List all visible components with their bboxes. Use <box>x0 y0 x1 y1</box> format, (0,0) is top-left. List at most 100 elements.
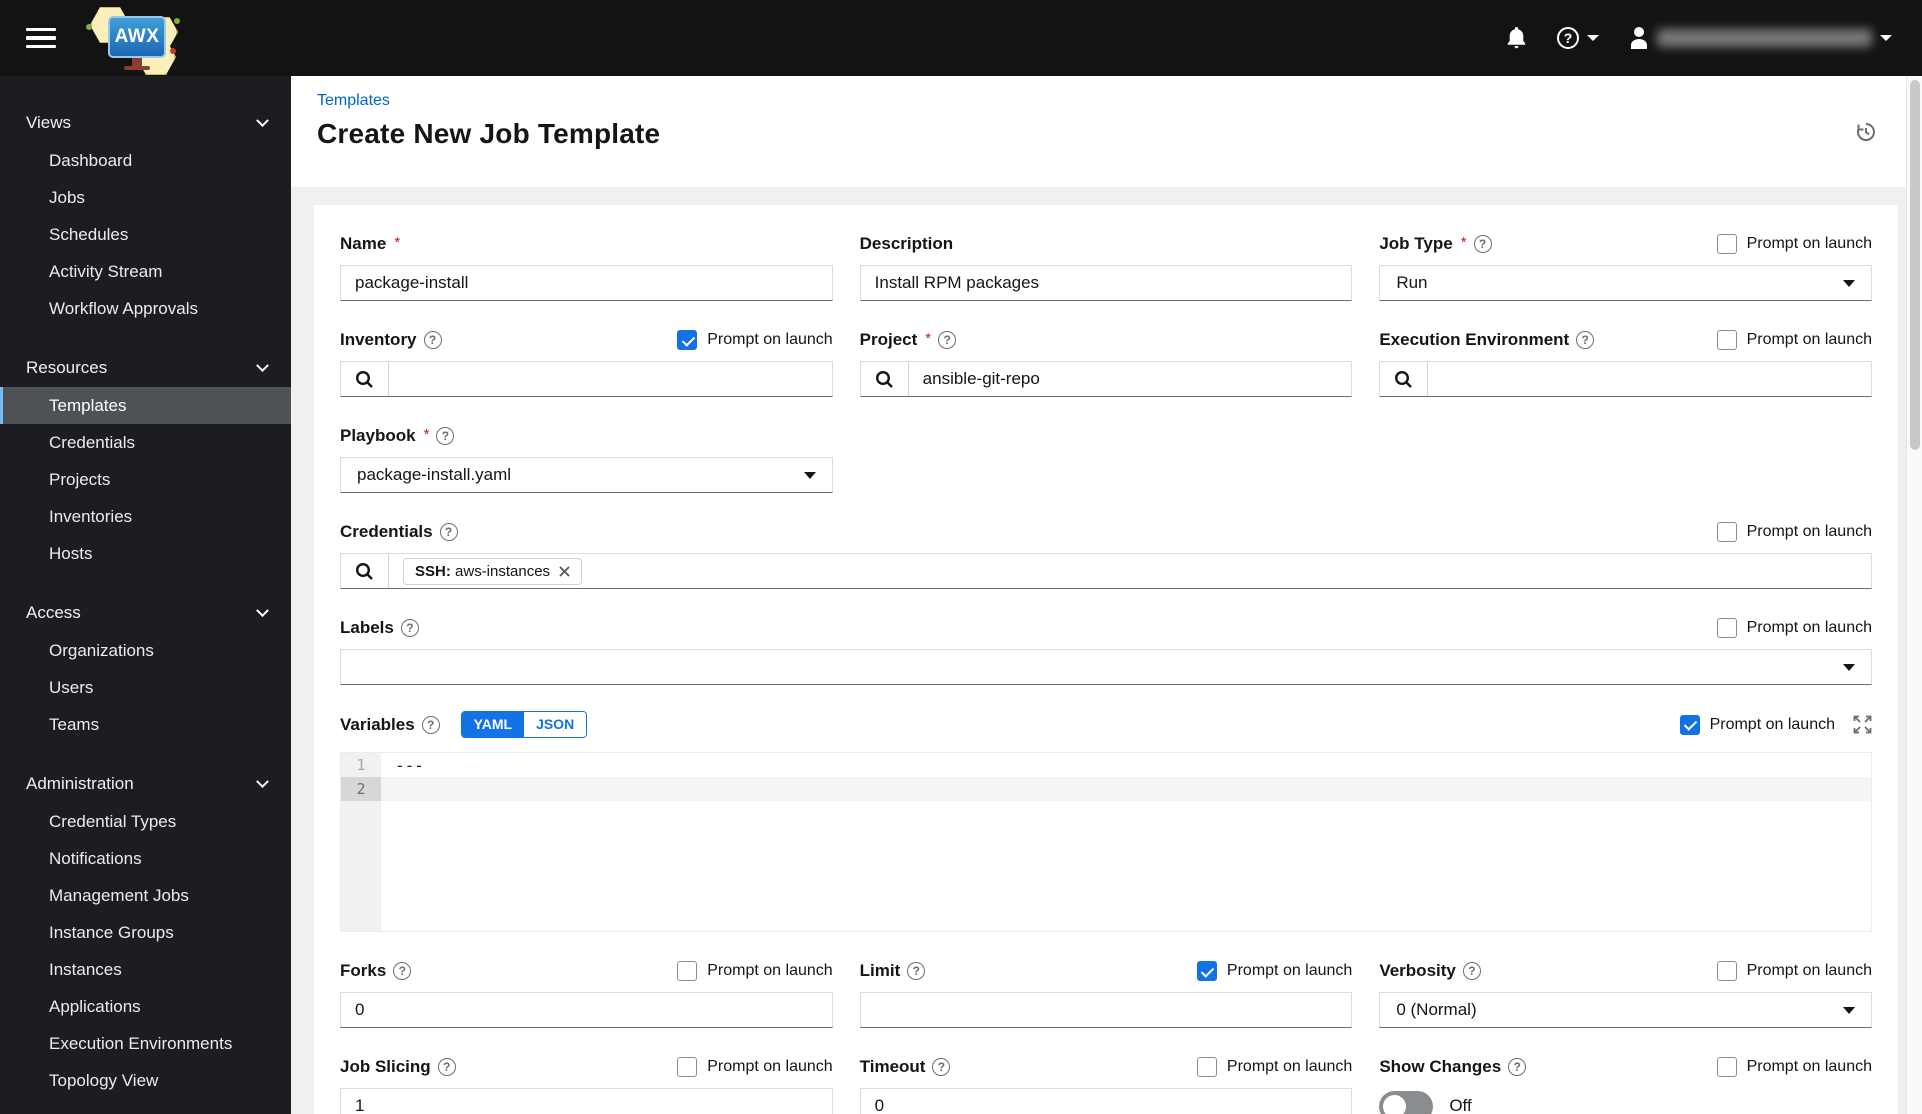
sidebar-item-projects[interactable]: Projects <box>0 461 291 498</box>
field-show-changes: Show Changes ? Prompt on launch Off <box>1379 1054 1872 1114</box>
field-project: Project * ? ansible-git-repo <box>859 327 1353 397</box>
nav-toggle-icon[interactable] <box>26 23 56 54</box>
sidebar-item-notifications[interactable]: Notifications <box>0 840 291 877</box>
sidebar-group-administration[interactable]: Administration <box>0 765 291 803</box>
help-icon[interactable]: ? <box>421 715 440 734</box>
help-icon[interactable]: ? <box>932 1058 951 1076</box>
sidebar-item-instance-groups[interactable]: Instance Groups <box>0 914 291 951</box>
search-icon[interactable] <box>860 362 909 396</box>
sidebar-item-execution-environments[interactable]: Execution Environments <box>0 1025 291 1062</box>
history-icon[interactable] <box>1854 120 1878 144</box>
sidebar-item-management-jobs[interactable]: Management Jobs <box>0 877 291 914</box>
sidebar-item-hosts[interactable]: Hosts <box>0 535 291 572</box>
help-icon[interactable]: ? <box>423 331 442 349</box>
show-changes-toggle[interactable] <box>1379 1090 1434 1114</box>
forks-prompt-checkbox[interactable] <box>677 961 698 981</box>
inventory-value[interactable] <box>389 362 832 396</box>
inventory-prompt-checkbox[interactable] <box>677 330 698 350</box>
page-title: Create New Job Template <box>317 118 661 149</box>
help-icon[interactable]: ? <box>1462 962 1481 980</box>
execution-environment-prompt-checkbox[interactable] <box>1716 330 1737 350</box>
help-icon[interactable]: ? <box>1473 235 1492 253</box>
sidebar-item-teams[interactable]: Teams <box>0 706 291 743</box>
chevron-down-icon <box>256 358 269 372</box>
sidebar-item-jobs[interactable]: Jobs <box>0 179 291 216</box>
required-asterisk: * <box>1460 233 1467 251</box>
timeout-input[interactable] <box>859 1088 1353 1114</box>
limit-prompt-checkbox[interactable] <box>1196 961 1217 981</box>
close-icon[interactable] <box>559 565 570 577</box>
sidebar-item-credentials[interactable]: Credentials <box>0 424 291 461</box>
verbosity-prompt-checkbox[interactable] <box>1716 961 1737 981</box>
sidebar-group-views[interactable]: Views <box>0 104 291 142</box>
field-inventory: Inventory ? Prompt on launch <box>340 327 833 397</box>
logo-text: AWX <box>114 26 160 47</box>
job-type-prompt-checkbox[interactable] <box>1716 234 1737 254</box>
sidebar-item-users[interactable]: Users <box>0 669 291 706</box>
project-value[interactable]: ansible-git-repo <box>909 362 1352 396</box>
verbosity-label: Verbosity <box>1379 961 1456 980</box>
sidebar-item-schedules[interactable]: Schedules <box>0 216 291 253</box>
sidebar-item-templates[interactable]: Templates <box>0 387 291 424</box>
help-icon[interactable]: ? <box>907 962 926 980</box>
search-icon[interactable] <box>1380 362 1429 396</box>
json-toggle-button[interactable]: JSON <box>524 712 587 737</box>
job-slicing-prompt-checkbox[interactable] <box>677 1057 698 1077</box>
help-icon[interactable]: ? <box>439 523 458 541</box>
page-scrollbar[interactable] <box>1906 76 1922 1114</box>
sidebar-item-workflow-approvals[interactable]: Workflow Approvals <box>0 290 291 327</box>
credentials-prompt-checkbox[interactable] <box>1716 522 1737 542</box>
help-icon[interactable]: ? <box>437 1058 456 1076</box>
variables-code-editor[interactable]: 1 2 --- <box>340 752 1872 932</box>
name-label: Name <box>340 234 387 253</box>
sidebar-group-resources[interactable]: Resources <box>0 349 291 387</box>
show-changes-prompt-checkbox[interactable] <box>1716 1057 1737 1077</box>
sidebar-item-applications[interactable]: Applications <box>0 988 291 1025</box>
notifications-bell-icon[interactable] <box>1506 26 1527 50</box>
user-menu[interactable] <box>1629 27 1892 49</box>
field-name: Name * <box>340 231 833 301</box>
yaml-toggle-button[interactable]: YAML <box>461 712 525 737</box>
field-verbosity: Verbosity ? Prompt on launch 0 (Normal) <box>1379 958 1872 1028</box>
name-input[interactable] <box>340 265 833 301</box>
limit-input[interactable] <box>859 992 1353 1028</box>
verbosity-select[interactable]: 0 (Normal) <box>1379 992 1872 1028</box>
help-icon[interactable]: ? <box>938 331 957 349</box>
search-icon[interactable] <box>341 554 389 588</box>
expand-icon[interactable] <box>1853 715 1872 734</box>
sidebar-item-organizations[interactable]: Organizations <box>0 632 291 669</box>
help-icon[interactable]: ? <box>400 619 419 637</box>
help-icon[interactable]: ? <box>1508 1058 1527 1076</box>
help-icon[interactable]: ? <box>436 427 455 445</box>
description-input[interactable] <box>859 265 1353 301</box>
breadcrumb[interactable]: Templates <box>317 92 390 110</box>
sidebar-item-topology-view[interactable]: Topology View <box>0 1062 291 1099</box>
labels-prompt-checkbox[interactable] <box>1716 618 1737 638</box>
playbook-select[interactable]: package-install.yaml <box>340 457 833 493</box>
code-line[interactable]: --- <box>381 753 1871 777</box>
execution-environment-value[interactable] <box>1428 362 1871 396</box>
credentials-label: Credentials <box>340 522 433 541</box>
awx-logo[interactable]: AWX <box>82 4 180 75</box>
search-icon[interactable] <box>341 362 389 396</box>
labels-select[interactable] <box>340 649 1872 685</box>
scrollbar-thumb[interactable] <box>1909 80 1920 450</box>
sidebar-item-dashboard[interactable]: Dashboard <box>0 142 291 179</box>
sidebar-group-access[interactable]: Access <box>0 594 291 632</box>
sidebar-item-inventories[interactable]: Inventories <box>0 498 291 535</box>
forks-input[interactable] <box>340 992 833 1028</box>
credentials-search-field: SSH: aws-instances <box>340 553 1872 589</box>
variables-prompt-checkbox[interactable] <box>1679 714 1700 735</box>
credential-chip[interactable]: SSH: aws-instances <box>403 557 583 585</box>
job-slicing-input[interactable] <box>340 1088 833 1114</box>
help-menu[interactable]: ? <box>1557 27 1599 49</box>
timeout-prompt-checkbox[interactable] <box>1196 1057 1217 1077</box>
help-icon[interactable]: ? <box>1576 331 1595 349</box>
required-asterisk: * <box>423 425 430 443</box>
sidebar-item-instances[interactable]: Instances <box>0 951 291 988</box>
job-type-select[interactable]: Run <box>1379 265 1872 301</box>
help-icon[interactable]: ? <box>393 962 412 980</box>
code-line[interactable] <box>381 777 1871 801</box>
sidebar-item-activity-stream[interactable]: Activity Stream <box>0 253 291 290</box>
sidebar-item-credential-types[interactable]: Credential Types <box>0 803 291 840</box>
